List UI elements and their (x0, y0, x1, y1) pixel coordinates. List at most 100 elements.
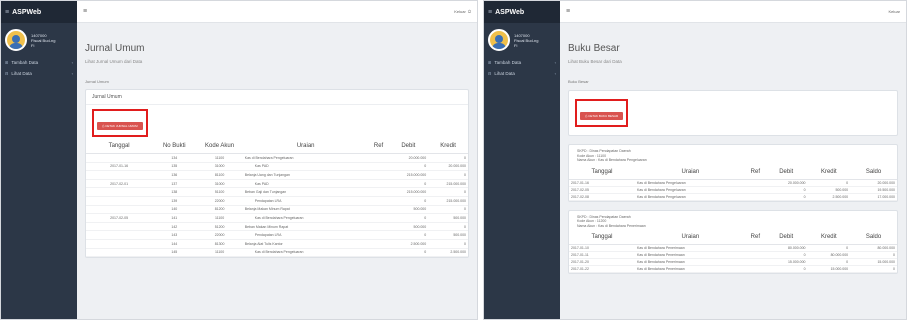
jurnal-umum-screen: ≡ ASPWeb 1407000 Fiscal Bud-ng Fi ⊞ Tamb… (0, 0, 478, 320)
cell-kredit: 0 (807, 244, 851, 252)
user-menu[interactable]: Keluar ⏻ (454, 9, 471, 14)
cell-no-bukti: 137 (152, 179, 197, 189)
sidebar-item-tambah-data[interactable]: ⊞ Tambah Data ‹ (1, 57, 77, 68)
cell-kode-akun: 11100 (196, 153, 243, 163)
cell-kredit: 15.000.000 (807, 265, 851, 273)
cell-kredit: 0 (428, 239, 468, 249)
cell-uraian: Kas di Bendahara Pengeluaran (635, 186, 746, 194)
cell-ref (745, 244, 765, 252)
table-row: 2017-02-05 141 11100 Kas di Bendahara Penge… (86, 213, 468, 223)
cell-ref (368, 230, 389, 240)
table-row: 139 22000 Pendapatan LRA 0 215.000.000 (86, 196, 468, 206)
cell-debit: 500.000 (388, 205, 429, 215)
cell-debit: 15.000.000 (764, 258, 808, 266)
cell-uraian: Kas PAD (242, 162, 369, 172)
cell-uraian: Belanja Uang dan Tunjangan (242, 170, 369, 180)
cell-ref (745, 265, 765, 273)
breadcrumb[interactable]: Jurnal Umum (85, 79, 469, 84)
cell-no-bukti: 144 (152, 239, 197, 249)
cell-debit: 2.500.000 (388, 239, 429, 249)
user-menu[interactable]: Keluar (888, 9, 900, 14)
ledger-meta-line: Nama Akun : Kas di Bendahara Pengeluaran (577, 158, 647, 162)
sidebar: ≡ ASPWeb 1407000 Fiscal Bud-ng Fi ⊞ Tamb… (1, 1, 77, 319)
cell-debit: 80.000.000 (764, 244, 808, 252)
col-kode-akun: Kode Akun (196, 139, 243, 154)
menu-grid-icon: ≡ (5, 8, 10, 16)
logout-icon: ⏻ (467, 9, 471, 14)
cell-uraian: Beban Gaji dan Tunjangan (242, 187, 369, 197)
col-kredit: Kredit (807, 164, 851, 180)
sidebar-item-label: Tambah Data (494, 60, 522, 65)
cell-kredit: 0 (807, 179, 851, 187)
brand[interactable]: ≡ ASPWeb (1, 1, 77, 23)
cell-kredit: 2.500.000 (428, 248, 468, 258)
cell-saldo: 80.000.000 (850, 244, 897, 252)
ledger-table: Tanggal Uraian Ref Debit Kredit Saldo 2017-01-… (569, 230, 897, 273)
plus-icon: ⊞ (488, 60, 492, 65)
cell-ref (368, 205, 389, 215)
table-row: 145 11100 Kas di Bendahara Pengeluaran 0 2.5… (86, 248, 468, 258)
cell-ref (368, 170, 389, 180)
cell-tanggal: 2017-01-11 (569, 251, 636, 259)
cell-ref (745, 251, 765, 259)
ledger-meta: SKPD : Dinas Pendapatan Daerah Kode Akun … (569, 211, 897, 231)
print-buku-besar-button[interactable]: ⎙ CETAK BUKU BESAR (580, 112, 624, 120)
col-uraian: Uraian (635, 230, 746, 245)
cell-ref (368, 248, 389, 258)
page-subtitle: Lihat Buku Besar dari Data (568, 59, 622, 64)
cell-uraian: Belanja Alat Tulis Kantor (242, 239, 369, 249)
col-uraian: Uraian (635, 164, 746, 180)
table-header: Tanggal No Bukti Kode Akun Uraian Ref De… (86, 139, 468, 154)
cell-saldo: 19.500.000 (850, 186, 897, 194)
cell-kredit: 215.000.000 (428, 179, 468, 189)
list-icon: ⊟ (488, 71, 492, 76)
print-jurnal-button[interactable]: ⎙ CETAK JURNAL UMUM (97, 122, 143, 130)
col-no-bukti: No Bukti (152, 139, 197, 154)
cell-debit: 0 (388, 213, 429, 223)
cell-uraian: Kas di Bendahara Penerimaan (635, 251, 746, 259)
cell-debit: 0 (764, 186, 808, 194)
cell-debit: 0 (764, 265, 808, 273)
sidebar: ≡ ASPWeb 1407000 Fiscal Bud-ng Fi ⊞ Tamb… (484, 1, 560, 319)
hamburger-icon[interactable]: ≡ (566, 8, 570, 15)
brand[interactable]: ≡ ASPWeb (484, 1, 560, 23)
ledger-card: SKPD : Dinas Pendapatan Daerah Kode Akun … (568, 144, 898, 202)
top-navbar: ≡ Keluar (560, 1, 906, 23)
sidebar-item-lihat-data[interactable]: ⊟ Lihat Data ‹ (484, 68, 560, 79)
breadcrumb[interactable]: Buku Besar (568, 79, 898, 84)
cell-tanggal (86, 187, 153, 197)
print-button-highlight: ⎙ CETAK JURNAL UMUM (92, 109, 148, 137)
cell-kode-akun: 22000 (196, 196, 243, 206)
sidebar-item-lihat-data[interactable]: ⊟ Lihat Data ‹ (1, 68, 77, 79)
cell-uraian: Kas di Bendahara Pengeluaran (635, 193, 746, 201)
table-row: 2017-01-16 Kas di Bendahara Pengeluaran 20… (569, 179, 897, 187)
cell-ref (745, 179, 765, 187)
cell-no-bukti: 135 (152, 162, 197, 172)
cell-uraian: Pendapatan LRA (242, 196, 369, 206)
cell-kredit: 0 (428, 222, 468, 232)
cell-kredit: 0 (428, 187, 468, 197)
page-subtitle: Lihat Jurnal Umum dari Data (85, 59, 143, 64)
cell-uraian: Kas di Bendahara Penerimaan (635, 258, 746, 266)
cell-kode-akun: 11100 (196, 213, 243, 223)
sidebar-item-tambah-data[interactable]: ⊞ Tambah Data ‹ (484, 57, 560, 68)
table-row: 2017-01-10 Kas di Bendahara Penerimaan 80.… (569, 244, 897, 252)
print-button-label: CETAK BUKU BESAR (588, 114, 619, 118)
brand-name: ASPWeb (495, 8, 525, 16)
brand-name: ASPWeb (12, 8, 42, 16)
cell-uraian: Pendapatan LRA (242, 230, 369, 240)
table-row: 134 11100 Kas di Bendahara Pengeluaran 20.0… (86, 153, 468, 163)
cell-tanggal (86, 196, 153, 206)
list-icon: ⊟ (5, 71, 9, 76)
cell-kredit: 0 (807, 258, 851, 266)
cell-kredit: 0 (428, 153, 468, 163)
main-content: Jurnal Umum Lihat Jurnal Umum dari Data … (77, 23, 477, 319)
cell-no-bukti: 142 (152, 222, 197, 232)
cell-kode-akun: 31000 (196, 162, 243, 172)
col-debit: Debit (764, 164, 808, 180)
hamburger-icon[interactable]: ≡ (83, 8, 87, 15)
cell-tanggal (86, 153, 153, 163)
cell-debit: 0 (388, 230, 429, 240)
user-panel: 1407000 Fiscal Bud-ng Fi (1, 23, 77, 57)
chevron-left-icon: ‹ (71, 60, 73, 65)
